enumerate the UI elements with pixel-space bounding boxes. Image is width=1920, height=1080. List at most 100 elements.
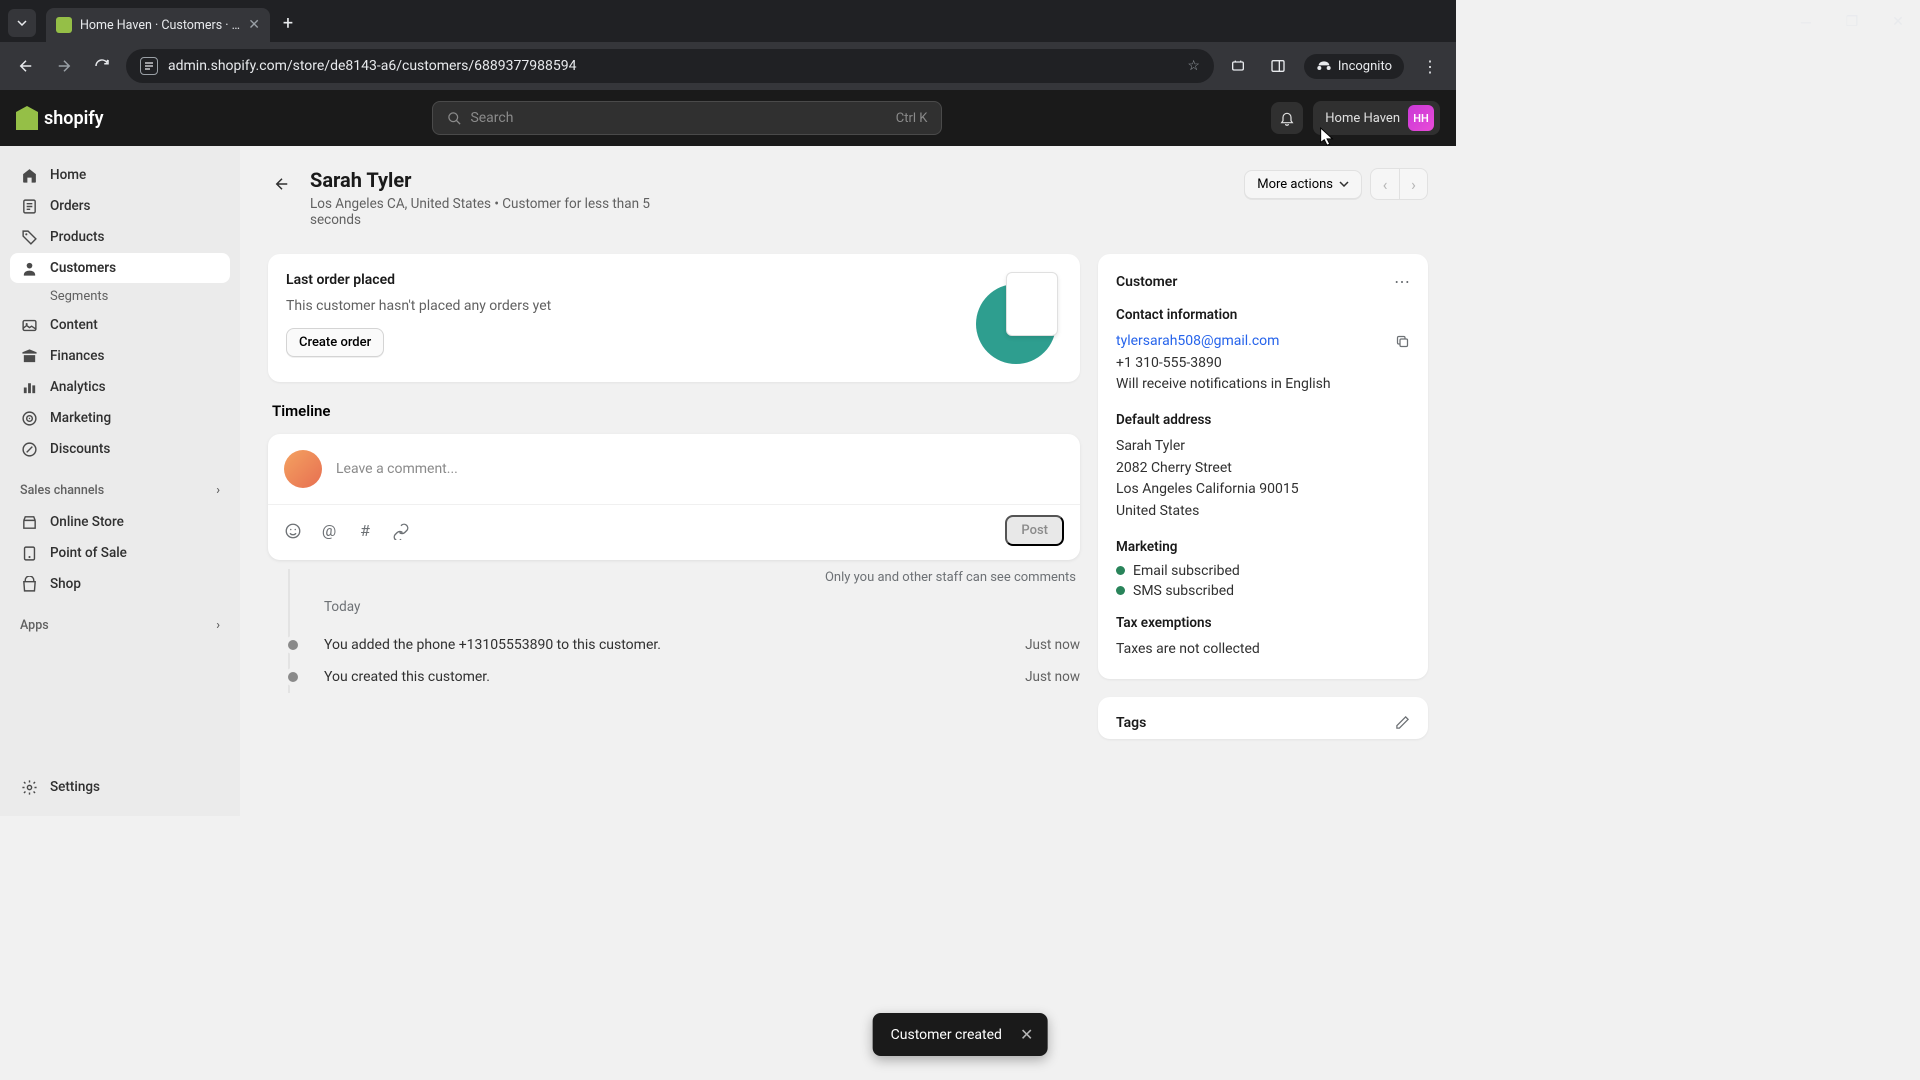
page-subtitle: Los Angeles CA, United States • Customer…	[310, 196, 670, 228]
close-tab-icon[interactable]: ✕	[248, 17, 260, 33]
apps-header[interactable]: Apps›	[10, 610, 230, 641]
url-text: admin.shopify.com/store/de8143-a6/custom…	[168, 58, 576, 74]
mention-icon[interactable]: @	[320, 522, 338, 540]
tax-value: Taxes are not collected	[1116, 639, 1410, 661]
sidebar: Home Orders Products Customers Segments …	[0, 146, 240, 816]
site-info-icon[interactable]	[140, 57, 158, 75]
maximize-button[interactable]: ❐	[1838, 8, 1866, 36]
sidebar-item-finances[interactable]: Finances	[10, 341, 230, 371]
emoji-icon[interactable]	[284, 522, 302, 540]
page-back-button[interactable]	[268, 170, 296, 198]
sidebar-item-orders[interactable]: Orders	[10, 191, 230, 221]
sidebar-item-analytics[interactable]: Analytics	[10, 372, 230, 402]
store-name: Home Haven	[1325, 111, 1400, 126]
bell-icon	[1279, 110, 1295, 126]
home-icon	[20, 166, 38, 184]
hashtag-icon[interactable]: #	[356, 522, 374, 540]
notifications-button[interactable]	[1271, 102, 1303, 134]
post-button[interactable]: Post	[1005, 515, 1064, 546]
shopify-favicon	[56, 17, 72, 33]
sales-channels-header[interactable]: Sales channels›	[10, 475, 230, 506]
reload-button[interactable]	[88, 52, 116, 80]
addr-country: United States	[1116, 501, 1410, 523]
sidebar-channel-pos[interactable]: Point of Sale	[10, 538, 230, 568]
marketing-icon	[20, 409, 38, 427]
products-icon	[20, 228, 38, 246]
search-icon	[447, 111, 462, 126]
sidebar-item-marketing[interactable]: Marketing	[10, 403, 230, 433]
timeline-entry-time: Just now	[1025, 637, 1080, 653]
toast-close-icon[interactable]: ✕	[1020, 1025, 1033, 1044]
customer-menu-icon[interactable]: ⋯	[1394, 272, 1410, 291]
sidebar-item-customers[interactable]: Customers	[10, 253, 230, 283]
sidebar-sub-segments[interactable]: Segments	[10, 284, 230, 309]
timeline-entry-text: You added the phone +13105553890 to this…	[324, 637, 1007, 653]
marketing-sms-status: SMS subscribed	[1116, 583, 1410, 599]
search-placeholder: Search	[470, 110, 513, 126]
create-order-button[interactable]: Create order	[286, 328, 384, 357]
panel-icon[interactable]	[1264, 52, 1292, 80]
marketing-label: Marketing	[1116, 539, 1410, 555]
incognito-badge[interactable]: Incognito	[1304, 54, 1404, 79]
bookmark-icon[interactable]: ☆	[1187, 58, 1200, 74]
edit-tags-icon[interactable]	[1395, 715, 1410, 730]
chevron-down-icon	[1339, 181, 1349, 187]
link-icon[interactable]	[392, 522, 410, 540]
close-window-button[interactable]: ✕	[1884, 8, 1912, 36]
back-button[interactable]	[12, 52, 40, 80]
app-header: shopify Search Ctrl K Home Haven HH	[0, 90, 1456, 146]
sidebar-item-settings[interactable]: Settings	[10, 772, 230, 802]
search-input[interactable]: Search Ctrl K	[432, 101, 942, 135]
forward-button[interactable]	[50, 52, 78, 80]
copy-icon[interactable]	[1395, 334, 1410, 349]
address-bar[interactable]: admin.shopify.com/store/de8143-a6/custom…	[126, 49, 1214, 83]
timeline-dot	[284, 636, 302, 654]
customer-card-title: Customer	[1116, 274, 1177, 290]
addr-city: Los Angeles California 90015	[1116, 479, 1410, 501]
sidebar-item-home[interactable]: Home	[10, 160, 230, 190]
addr-name: Sarah Tyler	[1116, 436, 1410, 458]
sidebar-item-products[interactable]: Products	[10, 222, 230, 252]
extensions-icon[interactable]	[1224, 52, 1252, 80]
record-nav: ‹ ›	[1370, 168, 1428, 200]
content-icon	[20, 316, 38, 334]
chevron-right-icon: ›	[216, 483, 220, 498]
timeline-entry-time: Just now	[1025, 669, 1080, 685]
search-shortcut: Ctrl K	[896, 111, 928, 126]
comment-input[interactable]: Leave a comment...	[336, 461, 1064, 477]
finances-icon	[20, 347, 38, 365]
sidebar-item-content[interactable]: Content	[10, 310, 230, 340]
tags-title: Tags	[1116, 715, 1146, 731]
shop-icon	[20, 575, 38, 593]
next-record-button[interactable]: ›	[1399, 169, 1427, 199]
minimize-button[interactable]: ─	[1792, 8, 1820, 36]
main-content: Sarah Tyler Los Angeles CA, United State…	[240, 146, 1456, 816]
more-actions-button[interactable]: More actions	[1244, 170, 1362, 199]
address-label: Default address	[1116, 412, 1410, 428]
customer-phone: +1 310-555-3890	[1116, 353, 1410, 375]
customer-email[interactable]: tylersarah508@gmail.com	[1116, 331, 1279, 353]
comment-visibility-note: Only you and other staff can see comment…	[268, 560, 1080, 585]
analytics-icon	[20, 378, 38, 396]
contact-label: Contact information	[1116, 307, 1410, 323]
store-menu[interactable]: Home Haven HH	[1313, 101, 1440, 135]
comment-box: Leave a comment... @ # Post	[268, 434, 1080, 560]
shopify-logo-icon	[16, 106, 38, 130]
sidebar-item-discounts[interactable]: Discounts	[10, 434, 230, 464]
sidebar-channel-online-store[interactable]: Online Store	[10, 507, 230, 537]
tab-search-button[interactable]	[8, 9, 36, 37]
chevron-right-icon: ›	[216, 618, 220, 633]
browser-tab[interactable]: Home Haven · Customers · Sar ✕	[46, 8, 270, 42]
browser-menu-icon[interactable]: ⋮	[1416, 52, 1444, 80]
timeline-entry: You added the phone +13105553890 to this…	[288, 629, 1080, 661]
prev-record-button[interactable]: ‹	[1371, 169, 1399, 199]
sidebar-channel-shop[interactable]: Shop	[10, 569, 230, 599]
shopify-logo[interactable]: shopify	[16, 106, 104, 130]
browser-toolbar: admin.shopify.com/store/de8143-a6/custom…	[0, 42, 1456, 90]
last-order-desc: This customer hasn't placed any orders y…	[286, 298, 954, 314]
incognito-label: Incognito	[1338, 59, 1392, 74]
customer-notif: Will receive notifications in English	[1116, 374, 1410, 396]
new-tab-button[interactable]: +	[274, 9, 302, 37]
marketing-email-status: Email subscribed	[1116, 563, 1410, 579]
tab-title: Home Haven · Customers · Sar	[80, 18, 240, 33]
